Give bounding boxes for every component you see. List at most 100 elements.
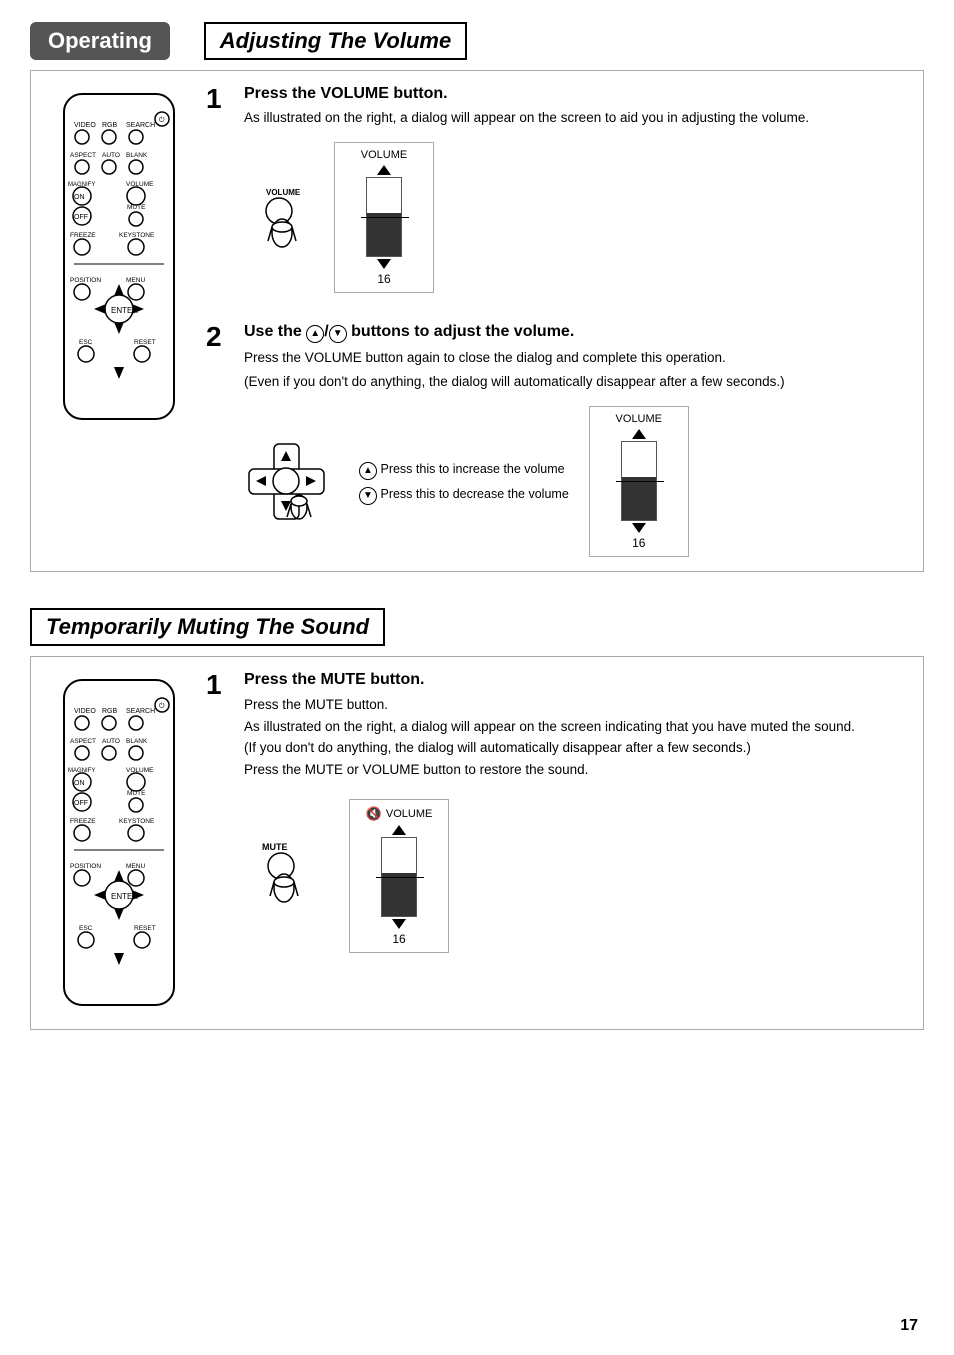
svg-text:ESC: ESC bbox=[79, 339, 93, 346]
operating-header: Operating bbox=[30, 22, 170, 60]
svg-text:MENU: MENU bbox=[126, 277, 145, 284]
step2: 2 Use the ▲/▼ buttons to adjust the volu… bbox=[206, 323, 913, 557]
svg-text:BLANK: BLANK bbox=[126, 738, 148, 745]
svg-text:VOLUME: VOLUME bbox=[266, 188, 301, 197]
vol-number-1: 16 bbox=[377, 272, 390, 286]
svg-text:VOLUME: VOLUME bbox=[126, 767, 154, 774]
vol-down-arrow-2 bbox=[632, 523, 646, 533]
svg-text:MUTE: MUTE bbox=[262, 842, 288, 852]
step1: 1 Press the VOLUME button. As illustrate… bbox=[206, 85, 913, 293]
svg-text:BLANK: BLANK bbox=[126, 152, 148, 159]
svg-text:AUTO: AUTO bbox=[102, 152, 120, 159]
vol-midline-2 bbox=[616, 481, 664, 482]
step1-illustrations: VOLUME VOLUME bbox=[244, 142, 913, 293]
mute-button-press-svg: MUTE bbox=[244, 838, 319, 913]
mute-steps-col: 1 Press the MUTE button. Press the MUTE … bbox=[196, 671, 913, 1015]
volume-button-press-svg: VOLUME bbox=[244, 183, 314, 253]
vol-bar-outer-1 bbox=[366, 177, 402, 257]
remote-col-1: VIDEO RGB SEARCH ⏻ ASPECT AUTO BLANK MAG… bbox=[41, 85, 196, 557]
step2-body2: (Even if you don't do anything, the dial… bbox=[244, 372, 913, 392]
svg-text:RGB: RGB bbox=[102, 122, 118, 129]
remote-illustration-1: VIDEO RGB SEARCH ⏻ ASPECT AUTO BLANK MAG… bbox=[54, 89, 184, 429]
volume-bar-1: 16 bbox=[354, 165, 414, 286]
vol-up-arrow-1 bbox=[377, 165, 391, 175]
vol-bar-outer-2 bbox=[621, 441, 657, 521]
svg-text:SEARCH: SEARCH bbox=[126, 122, 155, 129]
decrease-desc: ▼ Press this to decrease the volume bbox=[359, 484, 569, 505]
mute-speaker-icon: 🔇 bbox=[366, 806, 382, 822]
svg-text:FREEZE: FREEZE bbox=[70, 232, 96, 239]
vol-number-2: 16 bbox=[632, 536, 645, 550]
step1-body: As illustrated on the right, a dialog wi… bbox=[244, 108, 913, 128]
mute-body3: (If you don't do anything, the dialog wi… bbox=[244, 737, 913, 759]
volume-bar-2: 16 bbox=[609, 429, 669, 550]
remote-illustration-2: VIDEO RGB SEARCH ⏻ ASPECT AUTO BLANK MAG… bbox=[54, 675, 184, 1015]
volume-press-illustration: VOLUME bbox=[244, 183, 314, 253]
vol-up-arrow-2 bbox=[632, 429, 646, 439]
svg-text:ESC: ESC bbox=[79, 925, 93, 932]
step1-number: 1 bbox=[206, 85, 234, 293]
svg-text:ENTER: ENTER bbox=[111, 892, 138, 901]
svg-text:ENTER: ENTER bbox=[111, 306, 138, 315]
step2-number: 2 bbox=[206, 323, 234, 557]
svg-text:MENU: MENU bbox=[126, 863, 145, 870]
step2-illustrations: ▲ Press this to increase the volume ▼ Pr… bbox=[244, 406, 913, 557]
section1-title: Adjusting The Volume bbox=[204, 22, 467, 60]
up-btn-icon: ▲ bbox=[306, 325, 324, 343]
svg-text:VIDEO: VIDEO bbox=[74, 122, 96, 129]
svg-text:OFF: OFF bbox=[74, 800, 88, 807]
mute-step1-title: Press the MUTE button. bbox=[244, 671, 913, 689]
volume-label-2: VOLUME bbox=[616, 413, 662, 425]
step1-title: Press the VOLUME button. bbox=[244, 85, 913, 103]
step2-content: Use the ▲/▼ buttons to adjust the volume… bbox=[244, 323, 913, 557]
svg-text:RESET: RESET bbox=[134, 339, 156, 346]
svg-text:OFF: OFF bbox=[74, 214, 88, 221]
volume-label-1: VOLUME bbox=[361, 149, 407, 161]
svg-text:ASPECT: ASPECT bbox=[70, 738, 96, 745]
svg-text:POSITION: POSITION bbox=[70, 863, 101, 870]
vol-bar-inner-1 bbox=[367, 213, 401, 256]
mute-vol-number: 16 bbox=[392, 932, 405, 946]
mute-vol-down-arrow bbox=[392, 919, 406, 929]
up-btn-desc-icon: ▲ bbox=[359, 462, 377, 480]
section2-box: VIDEO RGB SEARCH ⏻ ASPECT AUTO BLANK MAG… bbox=[30, 656, 924, 1030]
svg-text:VIDEO: VIDEO bbox=[74, 708, 96, 715]
mute-volume-bar: 16 bbox=[369, 825, 429, 946]
mute-body2: As illustrated on the right, a dialog wi… bbox=[244, 716, 913, 738]
mute-step1: 1 Press the MUTE button. Press the MUTE … bbox=[206, 671, 913, 952]
svg-text:ON: ON bbox=[74, 780, 85, 787]
mute-step1-number: 1 bbox=[206, 671, 234, 952]
svg-text:POSITION: POSITION bbox=[70, 277, 101, 284]
section1-box: VIDEO RGB SEARCH ⏻ ASPECT AUTO BLANK MAG… bbox=[30, 70, 924, 572]
mute-body1: Press the MUTE button. bbox=[244, 694, 913, 716]
mute-press-illustration: MUTE bbox=[244, 838, 319, 913]
vol-midline-1 bbox=[361, 217, 409, 218]
mute-step1-body: Press the MUTE button. As illustrated on… bbox=[244, 694, 913, 780]
step2-title: Use the ▲/▼ buttons to adjust the volume… bbox=[244, 323, 913, 343]
svg-text:MUTE: MUTE bbox=[127, 204, 146, 211]
section2-title: Temporarily Muting The Sound bbox=[30, 608, 385, 646]
svg-text:⏻: ⏻ bbox=[159, 116, 165, 124]
mute-volume-label: VOLUME bbox=[386, 808, 432, 820]
svg-text:VOLUME: VOLUME bbox=[126, 181, 154, 188]
steps-col-1: 1 Press the VOLUME button. As illustrate… bbox=[196, 85, 913, 557]
svg-text:ON: ON bbox=[74, 194, 85, 201]
svg-text:KEYSTONE: KEYSTONE bbox=[119, 232, 155, 239]
step2-body1: Press the VOLUME button again to close t… bbox=[244, 348, 913, 368]
svg-text:KEYSTONE: KEYSTONE bbox=[119, 818, 155, 825]
mute-illustrations: MUTE 🔇 VOLUME bbox=[244, 799, 913, 953]
arrow-descriptions: ▲ Press this to increase the volume ▼ Pr… bbox=[359, 459, 569, 505]
svg-text:AUTO: AUTO bbox=[102, 738, 120, 745]
mute-vol-midline bbox=[376, 877, 424, 878]
svg-text:⏻: ⏻ bbox=[159, 702, 165, 710]
svg-text:FREEZE: FREEZE bbox=[70, 818, 96, 825]
svg-text:MUTE: MUTE bbox=[127, 790, 146, 797]
mute-vol-up-arrow bbox=[392, 825, 406, 835]
vol-down-arrow-1 bbox=[377, 259, 391, 269]
mute-vol-bar-outer bbox=[381, 837, 417, 917]
mute-vol-bar-inner bbox=[382, 873, 416, 916]
page-number: 17 bbox=[900, 1317, 918, 1335]
increase-desc: ▲ Press this to increase the volume bbox=[359, 459, 569, 480]
step1-content: Press the VOLUME button. As illustrated … bbox=[244, 85, 913, 293]
volume-dialog-1: VOLUME 16 bbox=[334, 142, 434, 293]
